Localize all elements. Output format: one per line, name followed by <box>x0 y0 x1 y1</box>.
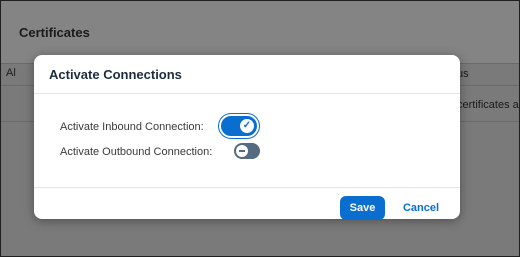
background-tab-fragment: Al <box>6 67 16 79</box>
cancel-button[interactable]: Cancel <box>396 196 446 220</box>
dialog-header-divider <box>34 93 460 94</box>
dialog-footer-divider <box>34 187 460 188</box>
background-table-cell: certificates a <box>457 99 519 111</box>
background-page-title: Certificates <box>19 25 90 40</box>
checkmark-icon: ✓ <box>240 119 254 133</box>
screen-frame: Certificates Al us certificates a Activa… <box>0 0 520 257</box>
dialog-title: Activate Connections <box>49 67 182 82</box>
outbound-connection-label: Activate Outbound Connection: <box>60 146 213 158</box>
activate-connections-dialog: Activate Connections Activate Inbound Co… <box>34 55 460 220</box>
outbound-connection-toggle[interactable] <box>234 143 260 159</box>
minus-icon <box>235 144 249 158</box>
inbound-connection-label: Activate Inbound Connection: <box>60 121 204 133</box>
inbound-connection-toggle[interactable]: ✓ <box>221 116 257 136</box>
save-button[interactable]: Save <box>340 196 385 220</box>
